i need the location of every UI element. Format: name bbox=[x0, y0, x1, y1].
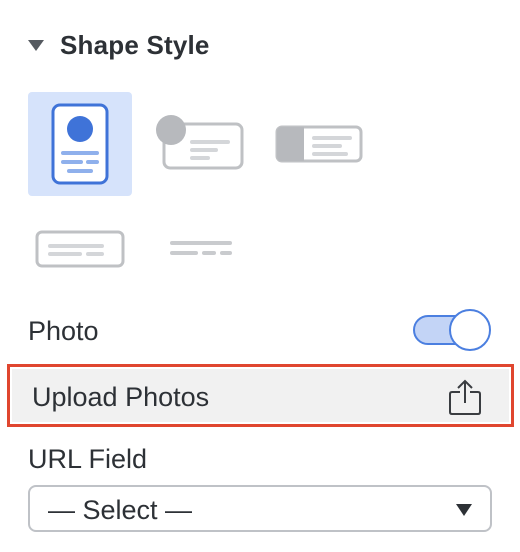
select-value: — Select — bbox=[48, 495, 193, 525]
shape-style-lines-only[interactable] bbox=[150, 197, 254, 301]
horizontal-card-avatar-icon bbox=[156, 115, 244, 170]
horizontal-card-split-icon bbox=[275, 125, 363, 163]
url-field-select[interactable]: — Select — bbox=[28, 485, 492, 532]
share-upload-icon[interactable] bbox=[447, 378, 483, 416]
photo-label: Photo bbox=[28, 316, 99, 346]
section-title: Shape Style bbox=[60, 29, 210, 60]
lines-only-icon bbox=[170, 241, 232, 255]
shape-style-horizontal-card-avatar[interactable] bbox=[140, 92, 244, 196]
vertical-card-icon bbox=[51, 103, 109, 185]
shape-style-plain-card[interactable] bbox=[28, 197, 132, 301]
dropdown-arrow-icon bbox=[456, 504, 472, 516]
shape-style-panel: Shape Style Photo Upload Photos URL Fiel… bbox=[0, 0, 520, 552]
shape-style-vertical-card[interactable] bbox=[28, 92, 132, 196]
upload-photos-background: Upload Photos bbox=[12, 369, 509, 422]
upload-photos-button[interactable]: Upload Photos bbox=[7, 364, 514, 427]
shape-style-horizontal-card-split[interactable] bbox=[265, 92, 369, 196]
url-field-label: URL Field bbox=[28, 444, 148, 474]
upload-photos-label: Upload Photos bbox=[32, 382, 210, 412]
photo-toggle[interactable] bbox=[411, 308, 493, 352]
shape-style-section-header[interactable]: Shape Style bbox=[28, 26, 210, 64]
collapse-caret-icon[interactable] bbox=[28, 39, 44, 51]
toggle-knob bbox=[449, 309, 491, 351]
plain-card-icon bbox=[35, 230, 125, 268]
